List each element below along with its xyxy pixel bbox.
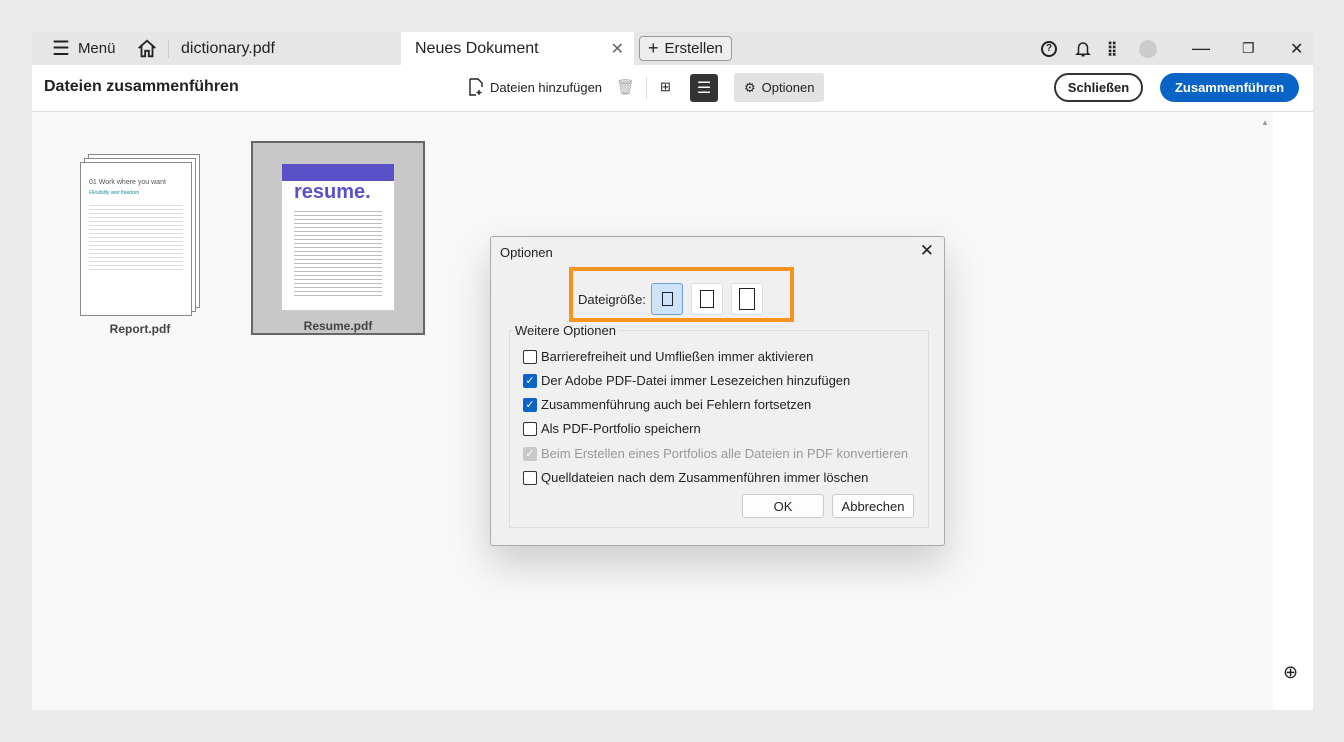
grid-view-icon[interactable]: ⊞ xyxy=(660,79,671,95)
option-convert-portfolio: ✓ Beim Erstellen eines Portfolios alle Da… xyxy=(523,446,908,461)
tab-label: dictionary.pdf xyxy=(181,39,275,57)
checkbox-checked[interactable]: ✓ xyxy=(523,373,537,388)
divider xyxy=(168,40,169,58)
tab-neues-dokument[interactable]: Neues Dokument ✕ xyxy=(401,32,634,65)
checkbox[interactable] xyxy=(523,349,537,364)
options-label: Optionen xyxy=(761,80,815,95)
file-name: Resume.pdf xyxy=(303,319,373,333)
add-file-icon xyxy=(469,78,483,96)
file-icon xyxy=(739,288,755,310)
help-icon[interactable]: ? xyxy=(1041,32,1057,65)
tab-dictionary[interactable]: dictionary.pdf xyxy=(181,32,275,65)
toolbar: Dateien zusammenführen Dateien hinzufüge… xyxy=(32,65,1313,112)
option-label: Quelldateien nach dem Zusammenführen imm… xyxy=(541,470,869,485)
apps-grid-icon[interactable]: ⣿ xyxy=(1107,32,1117,65)
gear-icon: ⚙ xyxy=(744,79,756,95)
close-tab-icon[interactable]: ✕ xyxy=(611,39,624,59)
options-button[interactable]: ⚙ Optionen xyxy=(734,73,825,102)
scroll-up-icon[interactable]: ▲ xyxy=(1257,118,1273,127)
option-delete-sources[interactable]: Quelldateien nach dem Zusammenführen imm… xyxy=(523,470,868,485)
delete-icon[interactable]: 🗑 xyxy=(616,78,635,96)
filesize-large-button[interactable] xyxy=(731,283,763,315)
checkbox-checked[interactable]: ✓ xyxy=(523,397,537,412)
avatar[interactable] xyxy=(1139,32,1157,65)
group-label: Weitere Optionen xyxy=(513,323,618,338)
cancel-button[interactable]: Abbrechen xyxy=(832,494,914,518)
filesize-small-button[interactable] xyxy=(651,283,683,315)
home-icon xyxy=(138,39,156,57)
add-files-label: Dateien hinzufügen xyxy=(490,79,603,95)
page-preview: resume. xyxy=(281,163,395,311)
preview-lines xyxy=(89,202,183,272)
option-accessibility[interactable]: Barrierefreiheit und Umfließen immer akt… xyxy=(523,349,813,364)
file-name: Report.pdf xyxy=(109,322,171,336)
preview-heading: 01 Work where you want xyxy=(89,179,166,186)
restore-icon[interactable]: ❐ xyxy=(1242,32,1255,65)
bell-icon[interactable] xyxy=(1074,32,1092,65)
merge-button[interactable]: Zusammenführen xyxy=(1160,73,1299,102)
option-label: Beim Erstellen eines Portfolios alle Dat… xyxy=(541,446,909,461)
close-window-icon[interactable]: ✕ xyxy=(1290,32,1303,65)
home-button[interactable] xyxy=(136,32,158,65)
option-bookmarks[interactable]: ✓ Der Adobe PDF-Datei immer Lesezeichen h… xyxy=(523,373,850,388)
page-title: Dateien zusammenführen xyxy=(44,78,239,95)
options-dialog: Optionen ✕ Dateigröße: Weitere Optionen … xyxy=(490,236,945,546)
option-save-portfolio[interactable]: Als PDF-Portfolio speichern xyxy=(523,421,701,436)
option-label: Der Adobe PDF-Datei immer Lesezeichen hi… xyxy=(541,373,851,388)
preview-subheading: Flexibility and freedom xyxy=(89,190,140,196)
checkbox[interactable] xyxy=(523,421,537,436)
scrollbar[interactable]: ▲ xyxy=(1257,112,1273,710)
option-label: Barrierefreiheit und Umfließen immer akt… xyxy=(541,349,814,364)
create-button[interactable]: + Erstellen xyxy=(639,36,732,61)
file-icon xyxy=(700,290,714,308)
dialog-title: Optionen xyxy=(500,245,553,260)
close-button[interactable]: Schließen xyxy=(1054,73,1143,102)
minimize-icon[interactable]: — xyxy=(1192,32,1210,65)
tab-bar: ☰ Menü dictionary.pdf Neues Dokument ✕ +… xyxy=(32,32,1313,65)
hamburger-icon: ☰ xyxy=(52,38,70,60)
preview-lines xyxy=(294,208,382,298)
option-label: Zusammenführung auch bei Fehlern fortset… xyxy=(541,397,812,412)
create-label: Erstellen xyxy=(664,40,723,57)
checkbox[interactable] xyxy=(523,470,537,485)
divider xyxy=(646,77,647,99)
right-panel: ⊕ xyxy=(1273,112,1313,710)
zoom-in-icon[interactable]: ⊕ xyxy=(1283,662,1298,683)
page-preview: 01 Work where you want Flexibility and f… xyxy=(80,162,192,316)
dialog-close-icon[interactable]: ✕ xyxy=(920,241,934,261)
file-thumbnail-report[interactable]: 01 Work where you want Flexibility and f… xyxy=(80,154,200,336)
list-view-icon[interactable]: ☰ xyxy=(690,74,718,102)
file-icon xyxy=(661,292,673,306)
checkbox-disabled: ✓ xyxy=(523,446,537,461)
resume-banner xyxy=(282,164,394,181)
add-files-button[interactable]: Dateien hinzufügen xyxy=(468,78,602,96)
tab-label: Neues Dokument xyxy=(415,39,539,57)
plus-icon: + xyxy=(648,38,659,58)
filesize-label: Dateigröße: xyxy=(578,292,646,307)
option-continue-on-errors[interactable]: ✓ Zusammenführung auch bei Fehlern fortse… xyxy=(523,397,811,412)
file-thumbnail-resume[interactable]: resume. Resume.pdf xyxy=(251,141,425,335)
filesize-medium-button[interactable] xyxy=(691,283,723,315)
preview-heading: resume. xyxy=(294,181,371,203)
menu-button[interactable]: ☰ Menü xyxy=(52,32,115,65)
menu-label: Menü xyxy=(77,40,116,57)
ok-button[interactable]: OK xyxy=(742,494,824,518)
option-label: Als PDF-Portfolio speichern xyxy=(541,421,701,436)
